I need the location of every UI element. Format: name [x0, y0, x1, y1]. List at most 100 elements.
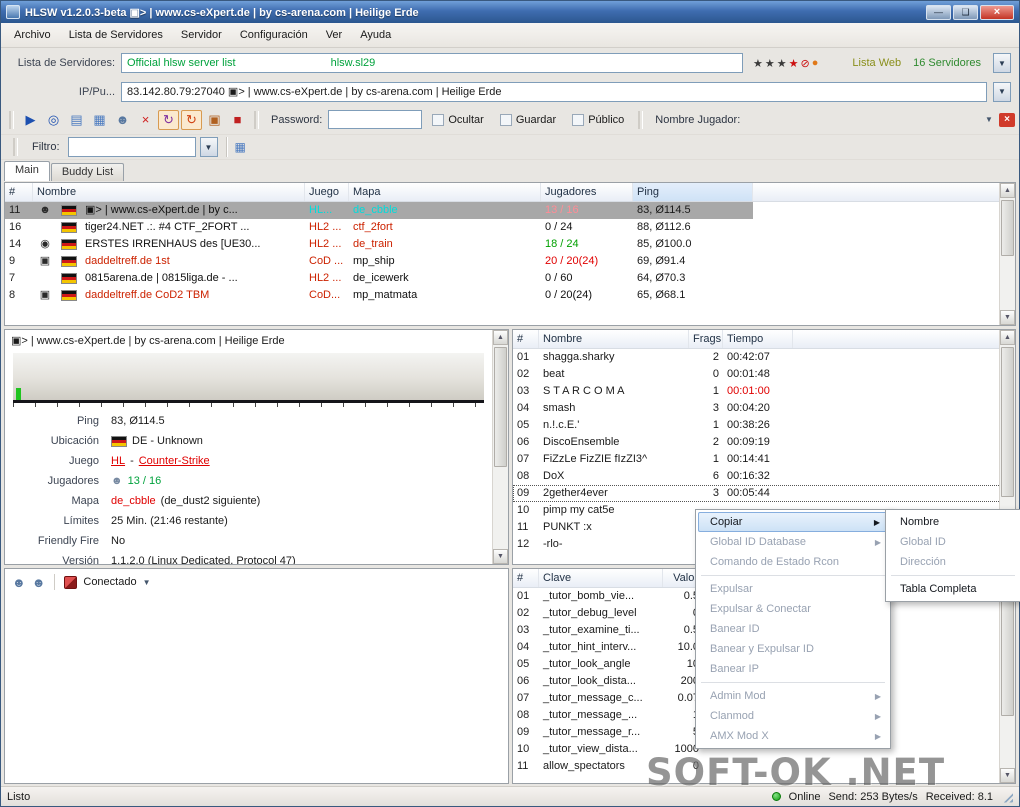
- column-header-players[interactable]: Jugadores: [541, 183, 633, 201]
- filter-grid-icon[interactable]: ▦: [235, 140, 246, 154]
- server-row[interactable]: 9 ▣ daddeltreff.de 1st CoD ... mp_ship 2…: [5, 253, 1015, 270]
- column-header-game[interactable]: Juego: [305, 183, 349, 201]
- address-dropdown-button[interactable]: ▼: [993, 81, 1011, 102]
- web-list-label[interactable]: Lista Web: [852, 57, 901, 69]
- connect-icon[interactable]: ▶: [20, 110, 41, 130]
- column-header-rank[interactable]: #: [5, 183, 33, 201]
- checkbox-box[interactable]: [499, 113, 512, 126]
- server-table-scrollbar[interactable]: [999, 183, 1015, 325]
- context-menu-item[interactable]: Banear y Expulsar ID: [698, 639, 888, 659]
- scroll-down-button[interactable]: [493, 549, 508, 564]
- player-row[interactable]: 01 shagga.sharky 2 00:42:07: [513, 349, 1015, 366]
- scroll-thumb[interactable]: [1001, 347, 1014, 497]
- connection-dropdown-icon[interactable]: ▼: [143, 578, 151, 587]
- context-menu-item[interactable]: Dirección: [888, 552, 1018, 572]
- server-row[interactable]: 14 ◉ ERSTES IRRENHAUS des [UE30... HL2 .…: [5, 236, 1015, 253]
- column-header-key[interactable]: Clave: [539, 569, 663, 587]
- context-menu-item[interactable]: AMX Mod X: [698, 726, 888, 746]
- column-header-name[interactable]: Nombre: [33, 183, 305, 201]
- menubar-item[interactable]: Ver: [317, 25, 352, 45]
- scroll-track[interactable]: [493, 345, 508, 549]
- toolbar-checkbox[interactable]: Ocultar: [432, 113, 484, 126]
- column-header-num[interactable]: #: [513, 330, 539, 348]
- clear-player-name-icon[interactable]: ×: [999, 112, 1015, 127]
- context-menu-item[interactable]: Expulsar & Conectar: [698, 599, 888, 619]
- context-menu-item[interactable]: Admin Mod: [698, 686, 888, 706]
- address-input[interactable]: 83.142.80.79:27040 ▣> | www.cs-eXpert.de…: [121, 81, 987, 102]
- menubar-item[interactable]: Configuración: [231, 25, 317, 45]
- delete-icon[interactable]: ×: [135, 110, 156, 130]
- filter-grip[interactable]: [13, 138, 18, 156]
- context-menu-item[interactable]: Global ID: [888, 532, 1018, 552]
- toolbar-grip[interactable]: [254, 110, 259, 129]
- rcon-icon[interactable]: ▣: [204, 110, 225, 130]
- close-button[interactable]: ×: [980, 4, 1014, 20]
- scroll-up-button[interactable]: [1000, 183, 1015, 198]
- context-menu-item[interactable]: Expulsar: [698, 579, 888, 599]
- scroll-down-button[interactable]: [1000, 768, 1015, 783]
- column-header-time[interactable]: Tiempo: [723, 330, 793, 348]
- checkbox-box[interactable]: [432, 113, 445, 126]
- scroll-up-button[interactable]: [493, 330, 508, 345]
- server-list-icon[interactable]: ▦: [89, 110, 110, 130]
- game-link[interactable]: HL: [111, 455, 125, 467]
- context-menu-item[interactable]: Comando de Estado Rcon: [698, 552, 888, 572]
- server-window-icon[interactable]: ▤: [66, 110, 87, 130]
- player-row[interactable]: 07 FiZzLe FizZIE fIzZI3^ 1 00:14:41: [513, 451, 1015, 468]
- menubar-item[interactable]: Archivo: [5, 25, 60, 45]
- refresh-server-icon[interactable]: ↻: [181, 109, 202, 130]
- player-row[interactable]: 02 beat 0 00:01:48: [513, 366, 1015, 383]
- menubar-item[interactable]: Servidor: [172, 25, 231, 45]
- password-input[interactable]: [328, 110, 423, 129]
- server-row[interactable]: 11 ☻ ▣> | www.cs-eXpert.de | by c... HL.…: [5, 202, 1015, 219]
- menubar-item[interactable]: Lista de Servidores: [60, 25, 172, 45]
- scroll-down-button[interactable]: [1000, 310, 1015, 325]
- context-menu-item[interactable]: Copiar: [698, 512, 888, 532]
- tab[interactable]: Buddy List: [50, 163, 125, 181]
- player-row[interactable]: 03 S T A R C O M A 1 00:01:00: [513, 383, 1015, 400]
- buddy-add-icon[interactable]: ☻: [32, 575, 46, 590]
- context-menu-item[interactable]: Clanmod: [698, 706, 888, 726]
- mod-link[interactable]: Counter-Strike: [139, 455, 210, 467]
- buddy-icon[interactable]: ☻: [12, 575, 26, 590]
- context-menu-item[interactable]: Nombre: [888, 512, 1018, 532]
- resize-grip[interactable]: [1001, 790, 1013, 803]
- server-list-combo[interactable]: Official hlsw server list hlsw.sl29: [121, 53, 744, 73]
- column-header-map[interactable]: Mapa: [349, 183, 541, 201]
- refresh-all-icon[interactable]: ↻: [158, 109, 179, 130]
- server-row[interactable]: 7 0815arena.de | 0815liga.de - ... HL2 .…: [5, 270, 1015, 287]
- column-header-ping[interactable]: Ping: [633, 183, 753, 201]
- player-row[interactable]: 08 DoX 6 00:16:32: [513, 468, 1015, 485]
- toolbar-checkbox[interactable]: Público: [572, 113, 624, 126]
- server-row[interactable]: 8 ▣ daddeltreff.de CoD2 TBM CoD... mp_ma…: [5, 287, 1015, 304]
- scroll-thumb[interactable]: [1001, 200, 1014, 256]
- context-menu-item[interactable]: Banear ID: [698, 619, 888, 639]
- connection-status-label[interactable]: Conectado: [83, 576, 136, 588]
- menubar-item[interactable]: Ayuda: [351, 25, 400, 45]
- title-bar[interactable]: HLSW v1.2.0.3-beta ▣> | www.cs-eXpert.de…: [1, 1, 1019, 23]
- player-row[interactable]: 06 DiscoEnsemble 2 00:09:19: [513, 434, 1015, 451]
- player-row[interactable]: 09 2gether4ever 3 00:05:44: [513, 485, 1015, 502]
- column-header-player-name[interactable]: Nombre: [539, 330, 689, 348]
- column-header-frags[interactable]: Frags: [689, 330, 723, 348]
- scroll-thumb[interactable]: [494, 347, 507, 467]
- scroll-up-button[interactable]: [1000, 330, 1015, 345]
- players-icon[interactable]: ☻: [112, 110, 133, 130]
- scroll-thumb[interactable]: [1001, 586, 1014, 716]
- server-row[interactable]: 16 tiger24.NET .:. #4 CTF_2FORT ... HL2 …: [5, 219, 1015, 236]
- column-header-num[interactable]: #: [513, 569, 539, 587]
- filter-combo[interactable]: [67, 137, 196, 157]
- filter-dropdown-button[interactable]: ▼: [199, 137, 218, 157]
- context-menu-item[interactable]: Banear IP: [698, 659, 888, 679]
- minimize-button[interactable]: —: [926, 4, 951, 20]
- toolbar-grip[interactable]: [9, 110, 14, 129]
- server-list-dropdown-button[interactable]: ▼: [993, 53, 1011, 73]
- maximize-button[interactable]: ❑: [953, 4, 978, 20]
- player-row[interactable]: 05 n.!.c.E.' 1 00:38:26: [513, 417, 1015, 434]
- checkbox-box[interactable]: [572, 113, 585, 126]
- tab[interactable]: Main: [4, 161, 50, 181]
- scroll-track[interactable]: [1000, 198, 1015, 310]
- context-menu-item[interactable]: Tabla Completa: [888, 579, 1018, 599]
- search-server-icon[interactable]: ◎: [43, 110, 64, 130]
- player-name-dropdown-button[interactable]: ▼: [981, 111, 997, 129]
